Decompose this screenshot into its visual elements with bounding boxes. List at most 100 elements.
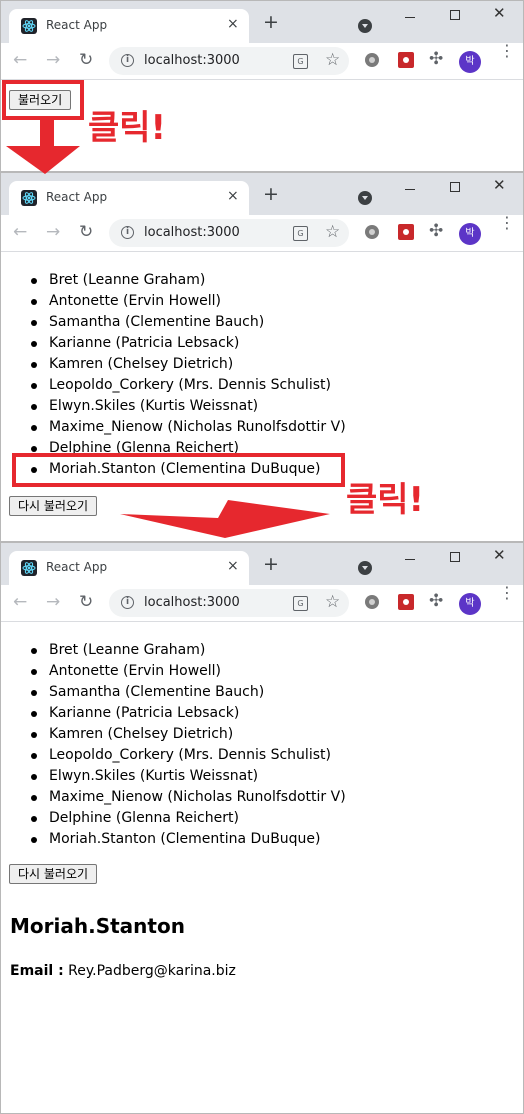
user-list-item[interactable]: Elwyn.Skiles (Kurtis Weissnat) <box>31 396 346 417</box>
info-icon[interactable]: i <box>121 54 134 67</box>
minimize-icon[interactable] <box>405 559 415 560</box>
tab-search-icon[interactable] <box>358 191 372 205</box>
menu-icon[interactable]: ⋮ <box>499 585 515 601</box>
back-icon[interactable]: ← <box>13 592 27 612</box>
forward-icon[interactable]: → <box>46 222 60 242</box>
email-value: Rey.Padberg@karina.biz <box>68 963 236 979</box>
close-icon[interactable]: × <box>227 558 239 574</box>
url-text[interactable]: localhost:3000 <box>144 53 240 68</box>
page-content: Bret (Leanne Graham) Antonette (Ervin Ho… <box>1 622 523 1113</box>
address-bar[interactable]: i localhost:3000 G ☆ <box>109 47 349 75</box>
forward-icon[interactable]: → <box>46 50 60 70</box>
page-content: Bret (Leanne Graham) Antonette (Ervin Ho… <box>1 252 523 541</box>
window-close-icon[interactable]: ✕ <box>493 546 506 564</box>
browser-toolbar: ← → ↻ i localhost:3000 G ☆ ✣ 박 ⋮ <box>1 585 523 622</box>
user-list-item[interactable]: Leopoldo_Corkery (Mrs. Dennis Schulist) <box>31 745 346 766</box>
back-icon[interactable]: ← <box>13 222 27 242</box>
avatar[interactable]: 박 <box>459 223 481 245</box>
title-bar: React App × + ✕ <box>1 173 523 215</box>
minimize-icon[interactable] <box>405 17 415 18</box>
star-icon[interactable]: ☆ <box>325 592 340 612</box>
user-detail-name: Moriah.Stanton <box>10 914 185 938</box>
user-list-item[interactable]: Kamren (Chelsey Dietrich) <box>31 724 346 745</box>
browser-tab[interactable]: React App × <box>9 9 249 43</box>
user-list-item[interactable]: Leopoldo_Corkery (Mrs. Dennis Schulist) <box>31 375 346 396</box>
user-list-item[interactable]: Samantha (Clementine Bauch) <box>31 312 346 333</box>
close-icon[interactable]: × <box>227 188 239 204</box>
window-close-icon[interactable]: ✕ <box>493 4 506 22</box>
down-arrow-1 <box>6 118 80 174</box>
user-list: Bret (Leanne Graham) Antonette (Ervin Ho… <box>11 640 346 850</box>
tab-search-icon[interactable] <box>358 19 372 33</box>
title-bar: React App × + ✕ <box>1 1 523 43</box>
gear-extension-icon[interactable] <box>365 225 379 239</box>
user-list-item[interactable]: Samantha (Clementine Bauch) <box>31 682 346 703</box>
menu-icon[interactable]: ⋮ <box>499 215 515 231</box>
user-list-item[interactable]: Bret (Leanne Graham) <box>31 270 346 291</box>
minimize-icon[interactable] <box>405 189 415 190</box>
translate-icon[interactable]: G <box>293 596 308 611</box>
address-bar[interactable]: i localhost:3000 G ☆ <box>109 589 349 617</box>
address-bar[interactable]: i localhost:3000 G ☆ <box>109 219 349 247</box>
translate-icon[interactable]: G <box>293 226 308 241</box>
reload-data-button[interactable]: 다시 불러오기 <box>9 864 98 884</box>
user-item-highlight <box>12 453 345 487</box>
title-bar: React App × + ✕ <box>1 543 523 585</box>
plus-icon[interactable]: + <box>263 555 279 574</box>
user-list-item[interactable]: Kamren (Chelsey Dietrich) <box>31 354 346 375</box>
url-text[interactable]: localhost:3000 <box>144 595 240 610</box>
forward-icon[interactable]: → <box>46 592 60 612</box>
user-list-item[interactable]: Maxime_Nienow (Nicholas Runolfsdottir V) <box>31 417 346 438</box>
browser-tab[interactable]: React App × <box>9 551 249 585</box>
user-list-item[interactable]: Elwyn.Skiles (Kurtis Weissnat) <box>31 766 346 787</box>
maximize-icon[interactable] <box>450 552 460 562</box>
avatar[interactable]: 박 <box>459 51 481 73</box>
menu-icon[interactable]: ⋮ <box>499 43 515 59</box>
user-list-item[interactable]: Karianne (Patricia Lebsack) <box>31 333 346 354</box>
browser-toolbar: ← → ↻ i localhost:3000 G ☆ ✣ 박 ⋮ <box>1 215 523 252</box>
reload-data-button[interactable]: 다시 불러오기 <box>9 496 98 516</box>
browser-toolbar: ← → ↻ i localhost:3000 G ☆ ✣ 박 ⋮ <box>1 43 523 80</box>
reload-icon[interactable]: ↻ <box>79 50 93 70</box>
red-extension-icon[interactable] <box>398 224 414 240</box>
user-list-item[interactable]: Antonette (Ervin Howell) <box>31 661 346 682</box>
puzzle-icon[interactable]: ✣ <box>429 221 443 241</box>
user-list-item[interactable]: Karianne (Patricia Lebsack) <box>31 703 346 724</box>
info-icon[interactable]: i <box>121 596 134 609</box>
maximize-icon[interactable] <box>450 10 460 20</box>
browser-window-step3: React App × + ✕ ← → ↻ i localhost:3000 G… <box>0 542 524 1114</box>
maximize-icon[interactable] <box>450 182 460 192</box>
click-annotation-2: 클릭! <box>346 480 425 520</box>
avatar[interactable]: 박 <box>459 593 481 615</box>
browser-tab[interactable]: React App × <box>9 181 249 215</box>
close-icon[interactable]: × <box>227 16 239 32</box>
red-extension-icon[interactable] <box>398 594 414 610</box>
reload-icon[interactable]: ↻ <box>79 222 93 242</box>
star-icon[interactable]: ☆ <box>325 222 340 242</box>
puzzle-icon[interactable]: ✣ <box>429 49 443 69</box>
plus-icon[interactable]: + <box>263 185 279 204</box>
translate-icon[interactable]: G <box>293 54 308 69</box>
click-annotation-1: 클릭! <box>88 108 167 148</box>
react-logo-icon <box>21 190 37 206</box>
gear-extension-icon[interactable] <box>365 595 379 609</box>
gear-extension-icon[interactable] <box>365 53 379 67</box>
info-icon[interactable]: i <box>121 226 134 239</box>
tab-title: React App <box>46 190 108 204</box>
user-list-item[interactable]: Bret (Leanne Graham) <box>31 640 346 661</box>
user-list: Bret (Leanne Graham) Antonette (Ervin Ho… <box>11 270 346 480</box>
user-list-item[interactable]: Moriah.Stanton (Clementina DuBuque) <box>31 829 346 850</box>
user-list-item[interactable]: Delphine (Glenna Reichert) <box>31 808 346 829</box>
back-icon[interactable]: ← <box>13 50 27 70</box>
tab-search-icon[interactable] <box>358 561 372 575</box>
window-close-icon[interactable]: ✕ <box>493 176 506 194</box>
user-list-item[interactable]: Maxime_Nienow (Nicholas Runolfsdottir V) <box>31 787 346 808</box>
star-icon[interactable]: ☆ <box>325 50 340 70</box>
tab-title: React App <box>46 18 108 32</box>
url-text[interactable]: localhost:3000 <box>144 225 240 240</box>
puzzle-icon[interactable]: ✣ <box>429 591 443 611</box>
user-list-item[interactable]: Antonette (Ervin Howell) <box>31 291 346 312</box>
reload-icon[interactable]: ↻ <box>79 592 93 612</box>
plus-icon[interactable]: + <box>263 13 279 32</box>
red-extension-icon[interactable] <box>398 52 414 68</box>
